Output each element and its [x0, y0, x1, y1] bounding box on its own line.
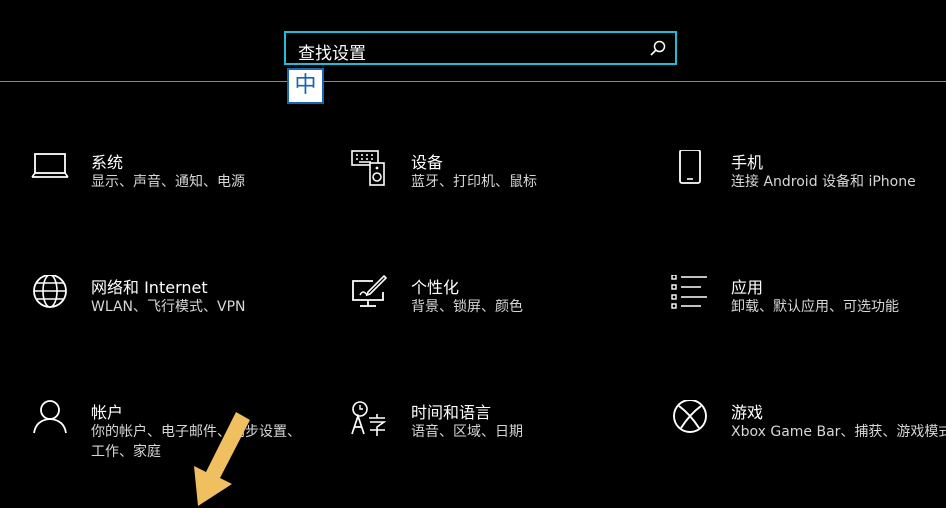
- phone-icon: [679, 150, 701, 184]
- tile-accounts[interactable]: 帐户 你的帐户、电子邮件、同步设置、工作、家庭: [31, 400, 331, 480]
- tile-personalization[interactable]: 个性化 背景、锁屏、颜色: [351, 275, 651, 355]
- tile-description: 卸载、默认应用、可选功能: [731, 299, 899, 315]
- tile-description: Xbox Game Bar、捕获、游戏模式: [731, 424, 946, 440]
- search-icon[interactable]: [649, 39, 667, 57]
- tile-description: 背景、锁屏、颜色: [411, 299, 523, 315]
- tile-description: 蓝牙、打印机、鼠标: [411, 174, 537, 190]
- personalize-icon: [352, 275, 388, 307]
- tile-system[interactable]: 系统 显示、声音、通知、电源: [31, 150, 331, 230]
- time-language-icon: [351, 401, 387, 436]
- tile-phone[interactable]: 手机 连接 Android 设备和 iPhone: [671, 150, 946, 230]
- tile-title: 设备: [411, 153, 444, 172]
- tile-description: 连接 Android 设备和 iPhone: [731, 174, 916, 190]
- apps-list-icon: [671, 275, 707, 309]
- tile-title: 应用: [731, 278, 764, 297]
- pointer-arrow-icon: [194, 412, 250, 506]
- tile-title: 游戏: [731, 403, 764, 422]
- tile-title: 手机: [731, 153, 764, 172]
- globe-icon: [33, 275, 67, 308]
- person-icon: [33, 400, 67, 434]
- xbox-icon: [673, 400, 707, 433]
- laptop-icon: [31, 153, 69, 178]
- tile-devices[interactable]: 设备 蓝牙、打印机、鼠标: [351, 150, 651, 230]
- tile-network[interactable]: 网络和 Internet WLAN、飞行模式、VPN: [31, 275, 331, 355]
- tile-title: 时间和语言: [411, 403, 492, 422]
- tile-time-language[interactable]: 时间和语言 语音、区域、日期: [351, 400, 651, 480]
- search-input[interactable]: 查找设置: [284, 31, 677, 65]
- tile-apps[interactable]: 应用 卸载、默认应用、可选功能: [671, 275, 946, 355]
- tile-description: 显示、声音、通知、电源: [91, 174, 245, 190]
- tile-title: 帐户: [91, 403, 124, 422]
- tile-description: WLAN、飞行模式、VPN: [91, 299, 246, 315]
- tile-description: 语音、区域、日期: [411, 424, 523, 440]
- tile-title: 个性化: [411, 278, 460, 297]
- ime-indicator[interactable]: 中: [287, 68, 324, 104]
- devices-icon: [351, 150, 385, 186]
- header-divider: [0, 81, 946, 82]
- tile-title: 系统: [91, 153, 124, 172]
- tile-gaming[interactable]: 游戏 Xbox Game Bar、捕获、游戏模式: [671, 400, 946, 480]
- tile-title: 网络和 Internet: [91, 278, 208, 297]
- search-input-text[interactable]: 查找设置: [298, 39, 366, 64]
